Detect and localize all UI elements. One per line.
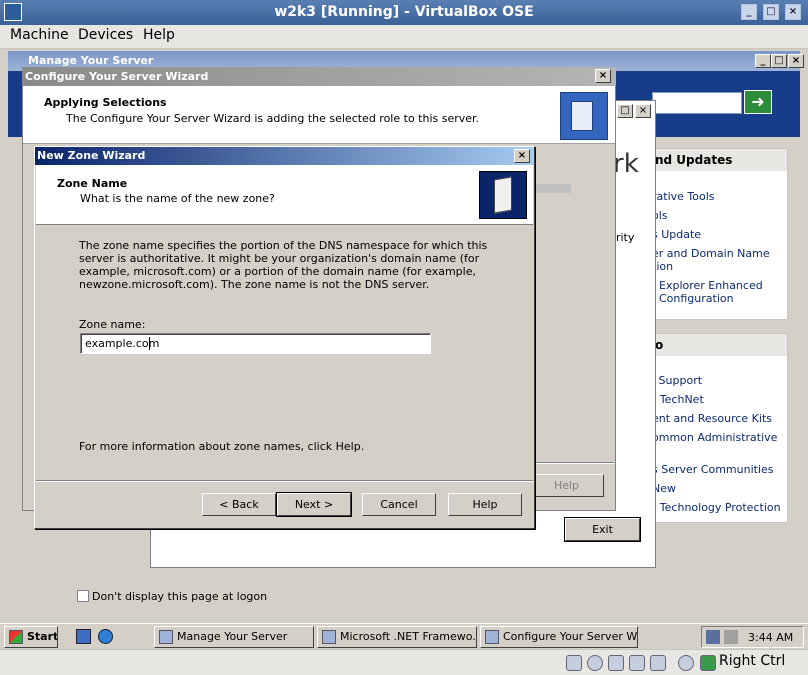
- link-ie-enhanced[interactable]: Explorer Enhanced: [659, 279, 763, 292]
- new-zone-wizard-title-bar: New Zone Wizard ×: [35, 147, 534, 165]
- net-close-icon[interactable]: ×: [635, 104, 651, 118]
- minimize-icon[interactable]: _: [741, 4, 757, 20]
- server-wizard-icon: [560, 92, 608, 140]
- mys-close-icon[interactable]: ×: [788, 54, 804, 68]
- link-support[interactable]: l Support: [652, 374, 702, 387]
- new-zone-wizard-header: Zone Name What is the name of the new zo…: [36, 165, 533, 225]
- host-title-bar: w2k3 [Running] - VirtualBox OSE _ □ ×: [0, 0, 808, 25]
- task-net-framework[interactable]: Microsoft .NET Framewo...: [317, 626, 477, 648]
- mys-minimize-icon[interactable]: _: [755, 54, 771, 68]
- dont-display-checkbox[interactable]: [77, 590, 89, 602]
- exit-button[interactable]: Exit: [564, 517, 641, 542]
- vbox-status-bar: Right Ctrl: [0, 649, 808, 675]
- config-icon: [322, 630, 336, 644]
- link-common-admin[interactable]: ommon Administrative: [652, 431, 777, 444]
- ie-icon[interactable]: [98, 629, 113, 644]
- back-button[interactable]: < Back: [202, 493, 276, 516]
- task-label: Manage Your Server: [177, 630, 288, 643]
- manage-server-title: Manage Your Server: [28, 54, 154, 67]
- task-manage-server[interactable]: Manage Your Server: [154, 626, 314, 648]
- configure-wizard-header: Applying Selections The Configure Your S…: [23, 86, 615, 144]
- vbox-app-icon: [4, 3, 22, 21]
- server-icon: [159, 630, 173, 644]
- link-technet[interactable]: t TechNet: [652, 393, 704, 406]
- host-key-label: Right Ctrl: [719, 653, 786, 669]
- next-button[interactable]: Next >: [276, 492, 352, 517]
- network-tray-icon[interactable]: [706, 630, 720, 644]
- progress-bar-remnant: [533, 184, 571, 193]
- start-button[interactable]: Start: [4, 626, 58, 648]
- system-tray: 3:44 AM: [701, 626, 804, 648]
- task-configure-wizard[interactable]: Configure Your Server W...: [480, 626, 638, 648]
- help-button[interactable]: Help: [448, 493, 522, 516]
- nzw-separator: [36, 480, 533, 482]
- link-technology-protection[interactable]: t Technology Protection: [652, 501, 781, 514]
- host-menu-bar: Machine Devices Help: [0, 25, 808, 49]
- text-cursor: [149, 337, 150, 350]
- shared-folders-icon[interactable]: [650, 655, 666, 671]
- hard-disk-icon[interactable]: [566, 655, 582, 671]
- network-icon[interactable]: [608, 655, 624, 671]
- configure-help-button[interactable]: Help: [529, 474, 604, 497]
- menu-help[interactable]: Help: [143, 27, 175, 43]
- search-input[interactable]: [652, 92, 742, 114]
- menu-devices[interactable]: Devices: [78, 27, 133, 43]
- arrow-right-icon[interactable]: ➜: [744, 90, 772, 114]
- net-maximize-icon[interactable]: □: [617, 104, 633, 118]
- cd-icon[interactable]: [587, 655, 603, 671]
- zone-subheading: What is the name of the new zone?: [80, 192, 275, 205]
- cysw-close-icon[interactable]: ×: [595, 69, 611, 83]
- link-admin-tools[interactable]: rative Tools: [652, 190, 715, 203]
- panel-heading: nd Updates: [641, 149, 787, 171]
- menu-machine[interactable]: Machine: [10, 27, 69, 43]
- link-server-communities[interactable]: s Server Communities: [652, 463, 774, 476]
- zone-heading: Zone Name: [57, 177, 128, 190]
- task-label: Microsoft .NET Framewo...: [340, 630, 477, 643]
- configure-heading: Applying Selections: [44, 96, 167, 109]
- configure-wizard-title-bar: Configure Your Server Wizard ×: [22, 67, 616, 86]
- mys-maximize-icon[interactable]: □: [771, 54, 787, 68]
- configure-wizard-title: Configure Your Server Wizard: [25, 70, 209, 83]
- link-ie-configuration[interactable]: Configuration: [659, 292, 734, 305]
- panel-heading: o: [641, 334, 787, 356]
- task-label: Configure Your Server W...: [503, 630, 638, 643]
- link-resource-kits[interactable]: ent and Resource Kits: [652, 412, 772, 425]
- zone-name-input[interactable]: example.com: [80, 333, 431, 354]
- start-label: Start: [27, 630, 58, 643]
- configure-subheading: The Configure Your Server Wizard is addi…: [66, 112, 480, 125]
- dns-server-icon: [479, 171, 527, 219]
- zone-name-label: Zone name:: [79, 318, 146, 331]
- close-icon[interactable]: ×: [785, 4, 801, 20]
- link-windows-update[interactable]: s Update: [652, 228, 701, 241]
- taskbar: Start Manage Your Server Microsoft .NET …: [0, 623, 808, 649]
- windows-logo-icon: [9, 630, 23, 644]
- clock: 3:44 AM: [748, 631, 794, 644]
- mouse-integration-icon[interactable]: [678, 655, 694, 671]
- tray-icon[interactable]: [724, 630, 738, 644]
- host-window-title: w2k3 [Running] - VirtualBox OSE: [274, 4, 534, 20]
- usb-icon[interactable]: [629, 655, 645, 671]
- new-zone-wizard-title: New Zone Wizard: [37, 149, 146, 162]
- dont-display-label[interactable]: Don't display this page at logon: [92, 590, 267, 603]
- link-computer-domain-name[interactable]: er and Domain Name: [652, 247, 770, 260]
- cancel-button[interactable]: Cancel: [362, 493, 436, 516]
- zone-description: The zone name specifies the portion of t…: [79, 239, 488, 291]
- nzw-close-icon[interactable]: ×: [514, 149, 530, 163]
- net-fragment-text: rk: [613, 149, 639, 179]
- maximize-icon[interactable]: □: [763, 4, 779, 20]
- show-desktop-icon[interactable]: [76, 629, 91, 644]
- more-info-text: For more information about zone names, c…: [79, 440, 365, 453]
- wizard-icon: [485, 630, 499, 644]
- host-key-icon: [700, 655, 716, 671]
